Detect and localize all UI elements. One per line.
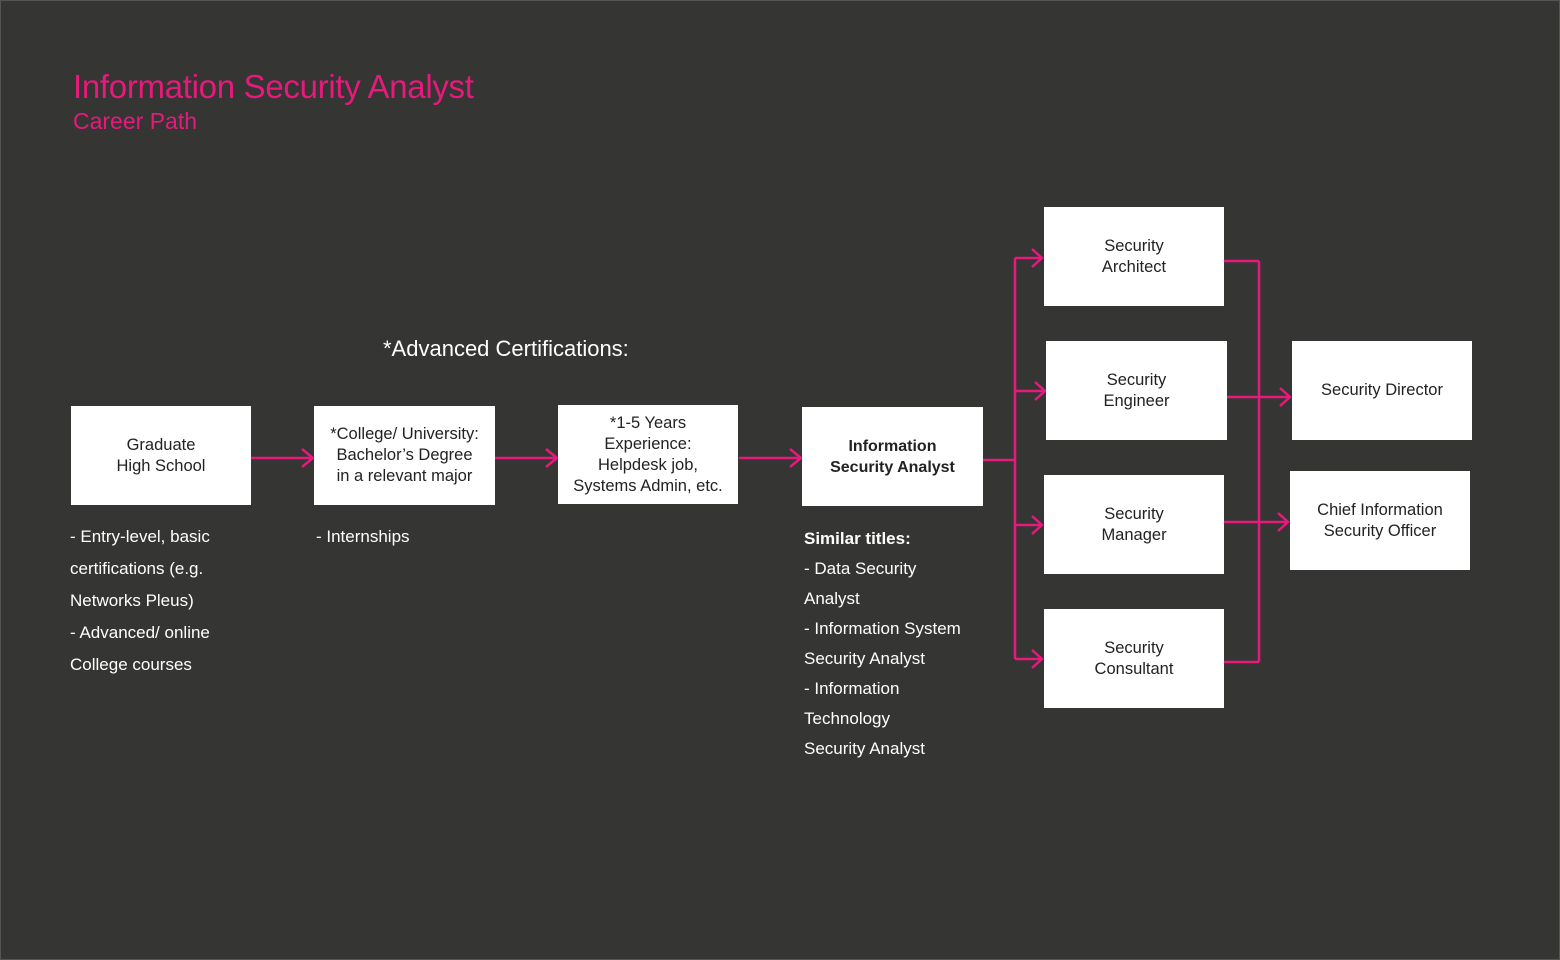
role-security-manager: Security Manager (1044, 475, 1224, 574)
note-college: - Internships (316, 527, 410, 546)
note-similar-titles: Similar titles: - Data Security Analyst … (804, 524, 961, 764)
similar-title-line: Security Analyst (804, 649, 925, 668)
step-experience: *1-5 Years Experience: Helpdesk job, Sys… (558, 405, 738, 504)
similar-title-line: Technology (804, 709, 891, 728)
similar-title-line: Analyst (804, 589, 860, 608)
similar-titles-heading: Similar titles: (804, 529, 911, 548)
role-ciso: Chief Information Security Officer (1290, 471, 1470, 570)
role-security-engineer: Security Engineer (1046, 341, 1227, 440)
note-high-school: - Entry-level, basic certifications (e.g… (70, 527, 210, 674)
step-information-security-analyst: Information Security Analyst (802, 407, 983, 506)
similar-title-line: Security Analyst (804, 739, 925, 758)
similar-title-line: - Data Security (804, 559, 917, 578)
step-college-degree: *College/ University: Bachelor’s Degree … (314, 406, 495, 505)
similar-title-line: - Information (804, 679, 900, 698)
role-security-consultant: Security Consultant (1044, 609, 1224, 708)
role-security-architect: Security Architect (1044, 207, 1224, 306)
role-security-director: Security Director (1292, 341, 1472, 440)
similar-title-line: - Information System (804, 619, 961, 638)
step-graduate-high-school: Graduate High School (71, 406, 251, 505)
